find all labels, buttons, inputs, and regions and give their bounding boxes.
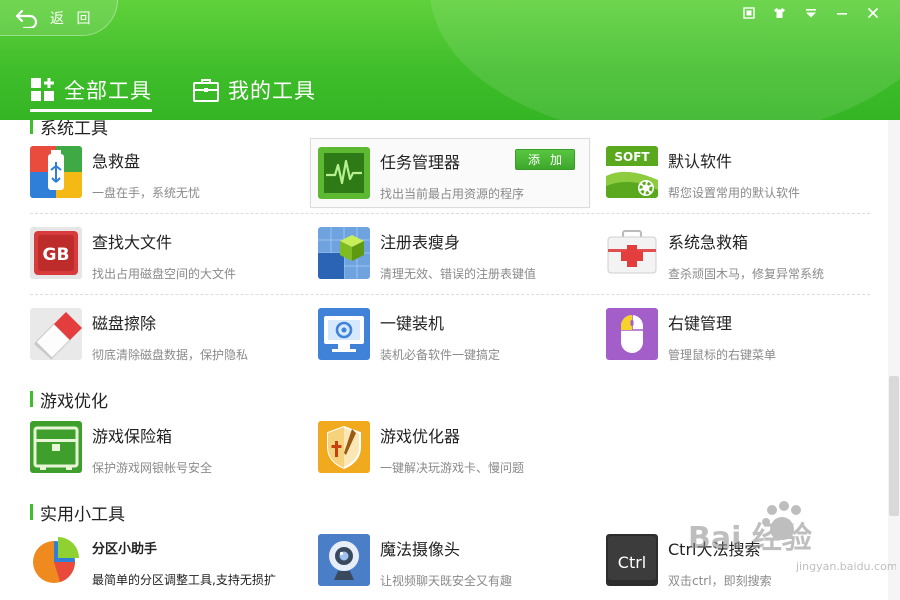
tool-desc: 清理无效、错误的注册表键值 — [380, 267, 537, 281]
section-label: 系统工具 — [40, 120, 108, 139]
scrollbar-thumb[interactable] — [889, 376, 899, 516]
ctrl-text: Ctrl — [618, 553, 646, 572]
tab-bar: 全部工具 我的工具 — [30, 70, 356, 112]
tab-label: 全部工具 — [64, 79, 152, 103]
back-button[interactable]: 返 回 — [0, 0, 118, 36]
tool-item-youxibao[interactable]: 游戏保险箱 保护游戏网银帐号安全 — [30, 413, 310, 483]
add-button[interactable]: 添加 — [515, 149, 575, 170]
tool-name: 磁盘擦除 — [92, 314, 157, 333]
scrollbar-track[interactable] — [888, 120, 900, 600]
tool-item-renwu[interactable]: 任务管理器 找出当前最占用资源的程序 添加 — [310, 138, 590, 208]
tool-name: 任务管理器 — [380, 153, 461, 172]
tool-item-mofa[interactable]: 魔法摄像头 让视频聊天既安全又有趣 — [318, 526, 598, 596]
close-icon — [867, 7, 878, 19]
shield-sword-icon — [318, 421, 370, 473]
tool-desc: 找出当前最占用资源的程序 — [380, 187, 525, 201]
tool-desc: 保护游戏网银帐号安全 — [92, 461, 213, 475]
grid-plus-icon — [31, 78, 54, 101]
tool-list: 系统工具 急救盘 一盘在手，系统无忧 任务管理器 找出当前最占用资源的程序 添加… — [0, 120, 888, 600]
row-divider — [30, 294, 870, 295]
tool-name: 一键装机 — [380, 314, 445, 333]
tool-item-zhuce[interactable]: 注册表瘦身 清理无效、错误的注册表键值 — [318, 219, 598, 289]
shirt-icon — [774, 8, 785, 18]
tool-item-jijiupan[interactable]: 急救盘 一盘在手，系统无忧 — [30, 138, 310, 208]
webcam-icon — [318, 534, 370, 586]
minimize-button[interactable] — [826, 4, 857, 22]
section-label: 游戏优化 — [40, 391, 108, 412]
tab-label: 我的工具 — [228, 79, 316, 103]
tool-item-youjian[interactable]: 右键管理 管理鼠标的右键菜单 — [606, 300, 886, 370]
tool-name: 系统急救箱 — [668, 233, 749, 252]
soft-text: SOFT — [614, 150, 650, 164]
usb-drive-icon — [30, 146, 82, 198]
tool-name: 右键管理 — [668, 314, 733, 333]
tool-item-youxiyou[interactable]: 游戏优化器 一键解决玩游戏卡、慢问题 — [318, 413, 598, 483]
tab-my-tools[interactable]: 我的工具 — [192, 70, 316, 110]
tool-name: 魔法摄像头 — [380, 540, 461, 559]
app-header: 返 回 全部工具 我的工具 — [0, 0, 900, 120]
tool-name: Ctrl大法搜索 — [668, 540, 761, 559]
tool-desc: 管理鼠标的右键菜单 — [668, 348, 777, 362]
tool-item-moren[interactable]: SOFT 默认软件 帮您设置常用的默认软件 — [606, 138, 886, 208]
tool-name: 默认软件 — [668, 152, 733, 171]
gb-text: GB — [43, 245, 70, 265]
soft-gear-icon: SOFT — [606, 146, 658, 198]
tool-name: 分区小助手 — [92, 542, 158, 557]
tool-name: 急救盘 — [92, 152, 141, 171]
safe-box-icon — [30, 421, 82, 473]
tool-desc: 一盘在手，系统无忧 — [92, 186, 201, 200]
gb-file-icon: GB — [30, 227, 82, 279]
section-bar — [30, 120, 33, 134]
ctrl-key-icon: Ctrl — [606, 534, 658, 586]
tool-name: 游戏优化器 — [380, 427, 461, 446]
back-label: 返 回 — [50, 10, 95, 27]
tool-name: 查找大文件 — [92, 233, 173, 252]
tab-all-tools[interactable]: 全部工具 — [30, 70, 152, 112]
tool-desc: 帮您设置常用的默认软件 — [668, 186, 801, 200]
back-arrow-icon — [15, 9, 38, 28]
tool-desc: 装机必备软件一键搞定 — [380, 348, 501, 362]
toolbox-icon — [193, 79, 219, 102]
shirt-button[interactable] — [764, 4, 795, 22]
minimize-icon — [836, 13, 847, 15]
heartbeat-monitor-icon — [318, 147, 370, 199]
tool-name: 游戏保险箱 — [92, 427, 173, 446]
section-label: 实用小工具 — [40, 504, 125, 525]
tool-name: 注册表瘦身 — [380, 233, 461, 252]
first-aid-kit-icon — [606, 227, 658, 279]
close-button[interactable] — [857, 4, 888, 22]
window-controls — [733, 4, 888, 22]
eraser-icon — [30, 308, 82, 360]
tool-item-xitong[interactable]: 系统急救箱 查杀顽固木马，修复异常系统 — [606, 219, 886, 289]
tool-item-yijian[interactable]: 一键装机 装机必备软件一键搞定 — [318, 300, 598, 370]
section-title-system: 系统工具 — [30, 120, 108, 139]
tool-desc: 找出占用磁盘空间的大文件 — [92, 267, 237, 281]
menu-icon — [805, 9, 816, 18]
tool-item-cipan[interactable]: 磁盘擦除 彻底清除磁盘数据，保护隐私 — [30, 300, 310, 370]
pie-chart-icon — [30, 534, 82, 586]
tool-desc: 彻底清除磁盘数据，保护隐私 — [92, 348, 249, 362]
tool-desc: 一键解决玩游戏卡、慢问题 — [380, 461, 525, 475]
section-bar — [30, 504, 33, 520]
tool-item-ctrl[interactable]: Ctrl Ctrl大法搜索 双击ctrl，即刻搜索 — [606, 526, 886, 596]
monitor-install-icon — [318, 308, 370, 360]
tool-item-fenqu[interactable]: 分区小助手 最简单的分区调整工具,支持无损扩 — [30, 526, 310, 596]
row-divider — [30, 213, 870, 214]
mouse-icon — [606, 308, 658, 360]
menu-button[interactable] — [795, 4, 826, 22]
section-title-game: 游戏优化 — [30, 387, 108, 412]
skin-button[interactable] — [733, 4, 764, 22]
section-bar — [30, 391, 33, 407]
section-title-utilities: 实用小工具 — [30, 500, 125, 525]
tool-desc: 查杀顽固木马，修复异常系统 — [668, 267, 825, 281]
tool-item-chazhao[interactable]: GB 查找大文件 找出占用磁盘空间的大文件 — [30, 219, 310, 289]
registry-cube-icon — [318, 227, 370, 279]
skin-icon — [742, 7, 755, 19]
tool-desc: 最简单的分区调整工具,支持无损扩 — [92, 573, 276, 587]
tool-desc: 让视频聊天既安全又有趣 — [380, 574, 513, 588]
tool-desc: 双击ctrl，即刻搜索 — [668, 574, 772, 588]
